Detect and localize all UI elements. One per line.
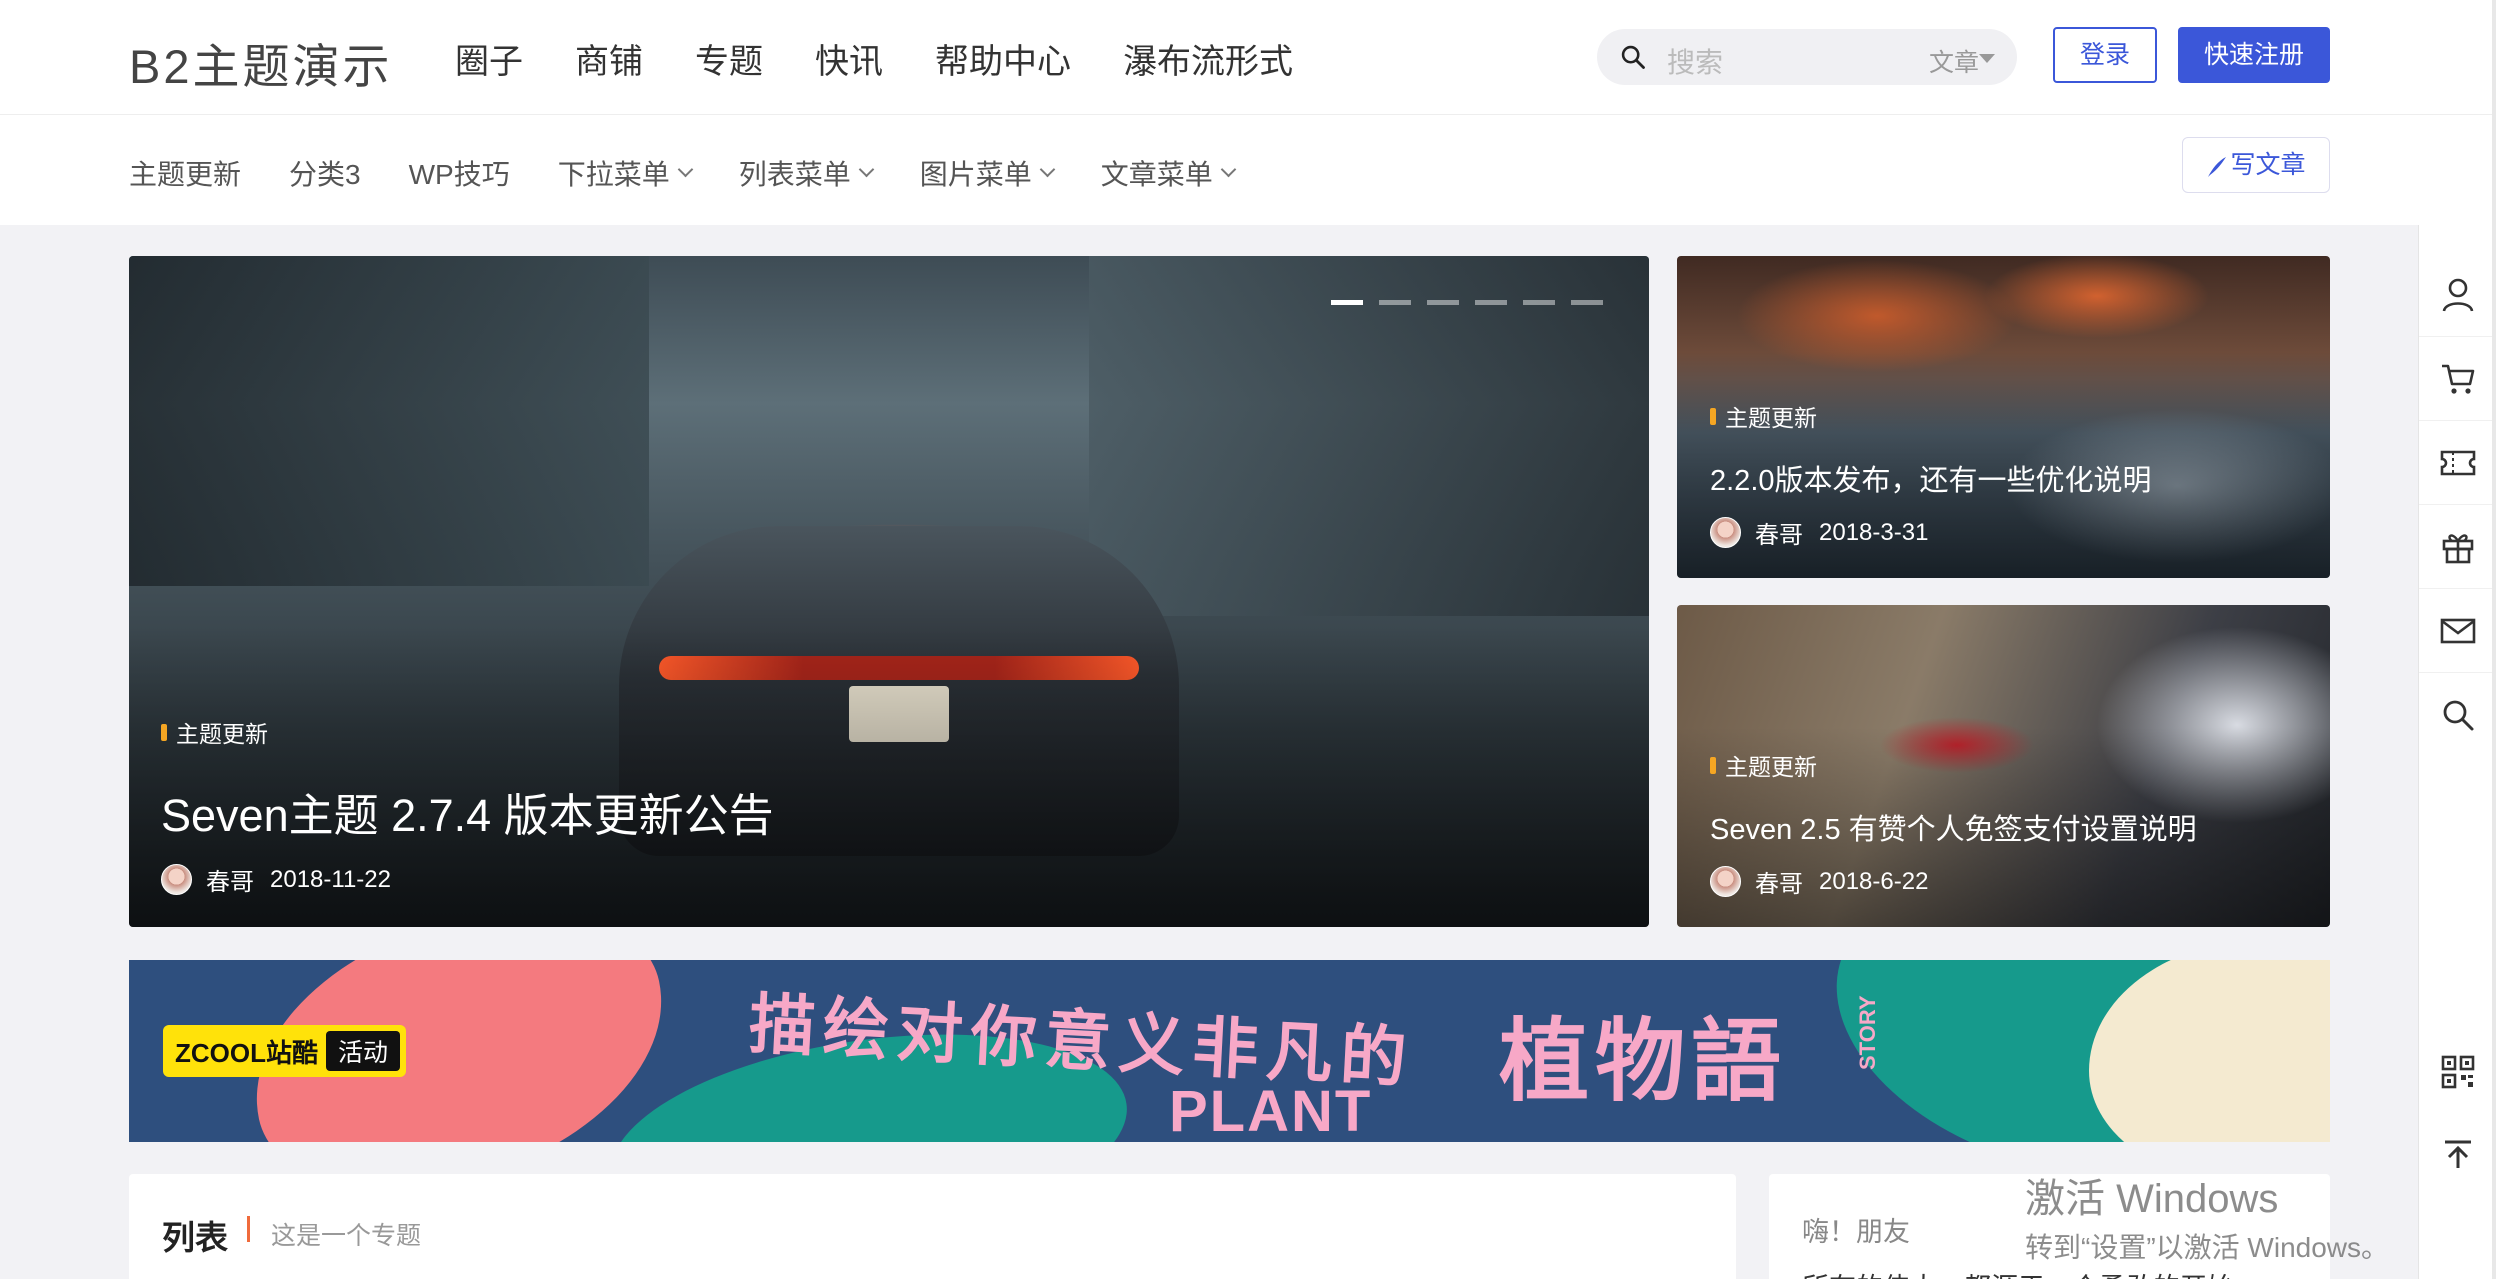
user-icon [2442,278,2474,311]
greeting-title: 嗨！朋友 [1802,1217,1910,1247]
register-button[interactable]: 快速注册 [2178,27,2330,83]
slider-dot[interactable] [1571,300,1603,305]
user-center-button[interactable] [2419,253,2496,337]
nav-item-circle[interactable]: 圈子 [455,34,523,83]
message-button[interactable] [2419,589,2496,673]
ticket-icon [2440,450,2476,475]
avatar[interactable] [1710,866,1741,897]
avatar[interactable] [161,864,192,895]
featured-card[interactable]: 主题更新 2.2.0版本发布，还有一些优化说明 春哥 2018-3-31 [1677,256,2330,578]
coupon-button[interactable] [2419,421,2496,505]
author-name[interactable]: 春哥 [206,862,254,897]
slider-pagination [1331,300,1603,305]
slider-dot[interactable] [1427,300,1459,305]
nav-item-news[interactable]: 快讯 [815,34,883,83]
title-divider [247,1216,250,1242]
subnav-item-theme-update[interactable]: 主题更新 [129,153,241,193]
gift-icon [2442,533,2474,563]
scrollbar[interactable] [2492,0,2496,1279]
banner-title: 植物語 [1499,1012,1787,1112]
top-header: B2主题演示 圈子 商铺 专题 快讯 帮助中心 瀑布流形式 搜索 文章 登录 快… [0,0,2496,115]
chevron-down-icon [1220,161,1237,177]
sub-header: 主题更新 分类3 WP技巧 下拉菜单 列表菜单 图片菜单 文章菜单 写文章 [0,115,2496,225]
write-article-label: 写文章 [2230,151,2306,179]
category-nav: 主题更新 分类3 WP技巧 下拉菜单 列表菜单 图片菜单 文章菜单 [129,153,1237,193]
login-button[interactable]: 登录 [2053,27,2157,83]
slider-dot[interactable] [1523,300,1555,305]
nav-item-help[interactable]: 帮助中心 [935,34,1071,83]
nav-item-waterfall[interactable]: 瀑布流形式 [1123,34,1293,83]
featured-card[interactable]: 主题更新 Seven 2.5 有赞个人免签支付设置说明 春哥 2018-6-22 [1677,605,2330,927]
banner-plant: PLANT [1169,1079,1373,1142]
ad-banner[interactable]: ZCOOL站酷 活动 描绘对你意义非凡的 PLANT 植物語 STORY [129,960,2330,1142]
card-meta: 春哥 2018-6-22 [1710,864,2197,899]
card-meta: 春哥 2018-3-31 [1710,515,2152,550]
slide-caption: 主题更新 Seven主题 2.7.4 版本更新公告 春哥 2018-11-22 [161,715,774,897]
topic-list-section: 列表 这是一个专题 [129,1174,1736,1279]
search-button[interactable] [2419,673,2496,757]
subnav-item-wp-tips[interactable]: WP技巧 [409,153,510,193]
slide-title[interactable]: Seven主题 2.7.4 版本更新公告 [161,779,774,844]
search-box[interactable]: 搜索 文章 [1597,29,2017,85]
watermark-title: 激活 Windows [2025,1177,2279,1221]
chevron-down-icon [858,161,875,177]
quill-icon [2208,157,2227,177]
cart-icon [2442,364,2475,394]
banner-story: STORY [1855,995,1880,1070]
back-to-top-button[interactable] [2419,1113,2496,1197]
qrcode-icon [2441,1055,2475,1089]
qrcode-button[interactable] [2419,1030,2496,1114]
section-title: 列表 [162,1219,228,1256]
subnav-item-list-menu[interactable]: 列表菜单 [739,153,875,193]
subnav-item-dropdown-menu[interactable]: 下拉菜单 [558,153,693,193]
search-icon [2443,700,2474,731]
author-name[interactable]: 春哥 [1755,864,1803,899]
card-category-tag[interactable]: 主题更新 [1710,748,2197,782]
slide-image-bg [1089,256,1649,616]
subnav-item-article-menu[interactable]: 文章菜单 [1101,153,1237,193]
card-title[interactable]: 2.2.0版本发布，还有一些优化说明 [1710,457,2152,499]
back-to-top-icon [2445,1140,2471,1168]
mail-icon [2440,618,2476,643]
avatar[interactable] [1710,517,1741,548]
gift-button[interactable] [2419,505,2496,589]
author-name[interactable]: 春哥 [1755,515,1803,550]
zcool-brand: ZCOOL站酷 [175,1037,318,1068]
search-icon [1621,45,1645,69]
search-input[interactable]: 搜索 [1667,41,1723,81]
search-category-select[interactable]: 文章 [1929,43,1979,79]
post-date: 2018-6-22 [1819,867,1929,895]
card-caption: 主题更新 2.2.0版本发布，还有一些优化说明 春哥 2018-3-31 [1710,399,2152,550]
slide-category-tag[interactable]: 主题更新 [161,715,774,749]
hero-slider[interactable]: 主题更新 Seven主题 2.7.4 版本更新公告 春哥 2018-11-22 [129,256,1649,927]
post-date: 2018-11-22 [270,865,391,893]
section-subtitle: 这是一个专题 [271,1222,422,1250]
greeting-text: 所有的伟大，都源于一个勇敢的开始 [1802,1266,2234,1279]
main-nav: 圈子 商铺 专题 快讯 帮助中心 瀑布流形式 [455,34,1293,83]
slide-image [129,256,649,586]
chevron-down-icon [677,161,693,177]
chevron-down-icon [1039,161,1056,177]
card-title[interactable]: Seven 2.5 有赞个人免签支付设置说明 [1710,806,2197,848]
card-category-tag[interactable]: 主题更新 [1710,399,2152,433]
chevron-down-icon [1979,54,1995,63]
nav-item-topics[interactable]: 专题 [695,34,763,83]
post-date: 2018-3-31 [1819,518,1929,546]
subnav-item-category3[interactable]: 分类3 [289,153,361,193]
zcool-logo: ZCOOL站酷 活动 [163,1025,407,1077]
nav-item-shop[interactable]: 商铺 [575,34,643,83]
slider-dot[interactable] [1475,300,1507,305]
event-badge: 活动 [326,1031,401,1071]
slider-dot[interactable] [1379,300,1411,305]
floating-toolbar [2418,225,2496,1279]
windows-activation-watermark: 激活 Windows 转到“设置”以激活 Windows。 [2025,1166,2389,1266]
card-caption: 主题更新 Seven 2.5 有赞个人免签支付设置说明 春哥 2018-6-22 [1710,748,2197,899]
slider-dot[interactable] [1331,300,1363,305]
site-logo[interactable]: B2主题演示 [129,28,393,97]
watermark-subtitle: 转到“设置”以激活 Windows。 [2025,1232,2390,1263]
subnav-item-image-menu[interactable]: 图片菜单 [920,153,1056,193]
cart-button[interactable] [2419,337,2496,421]
write-article-button[interactable]: 写文章 [2182,137,2330,193]
slide-meta: 春哥 2018-11-22 [161,862,774,897]
